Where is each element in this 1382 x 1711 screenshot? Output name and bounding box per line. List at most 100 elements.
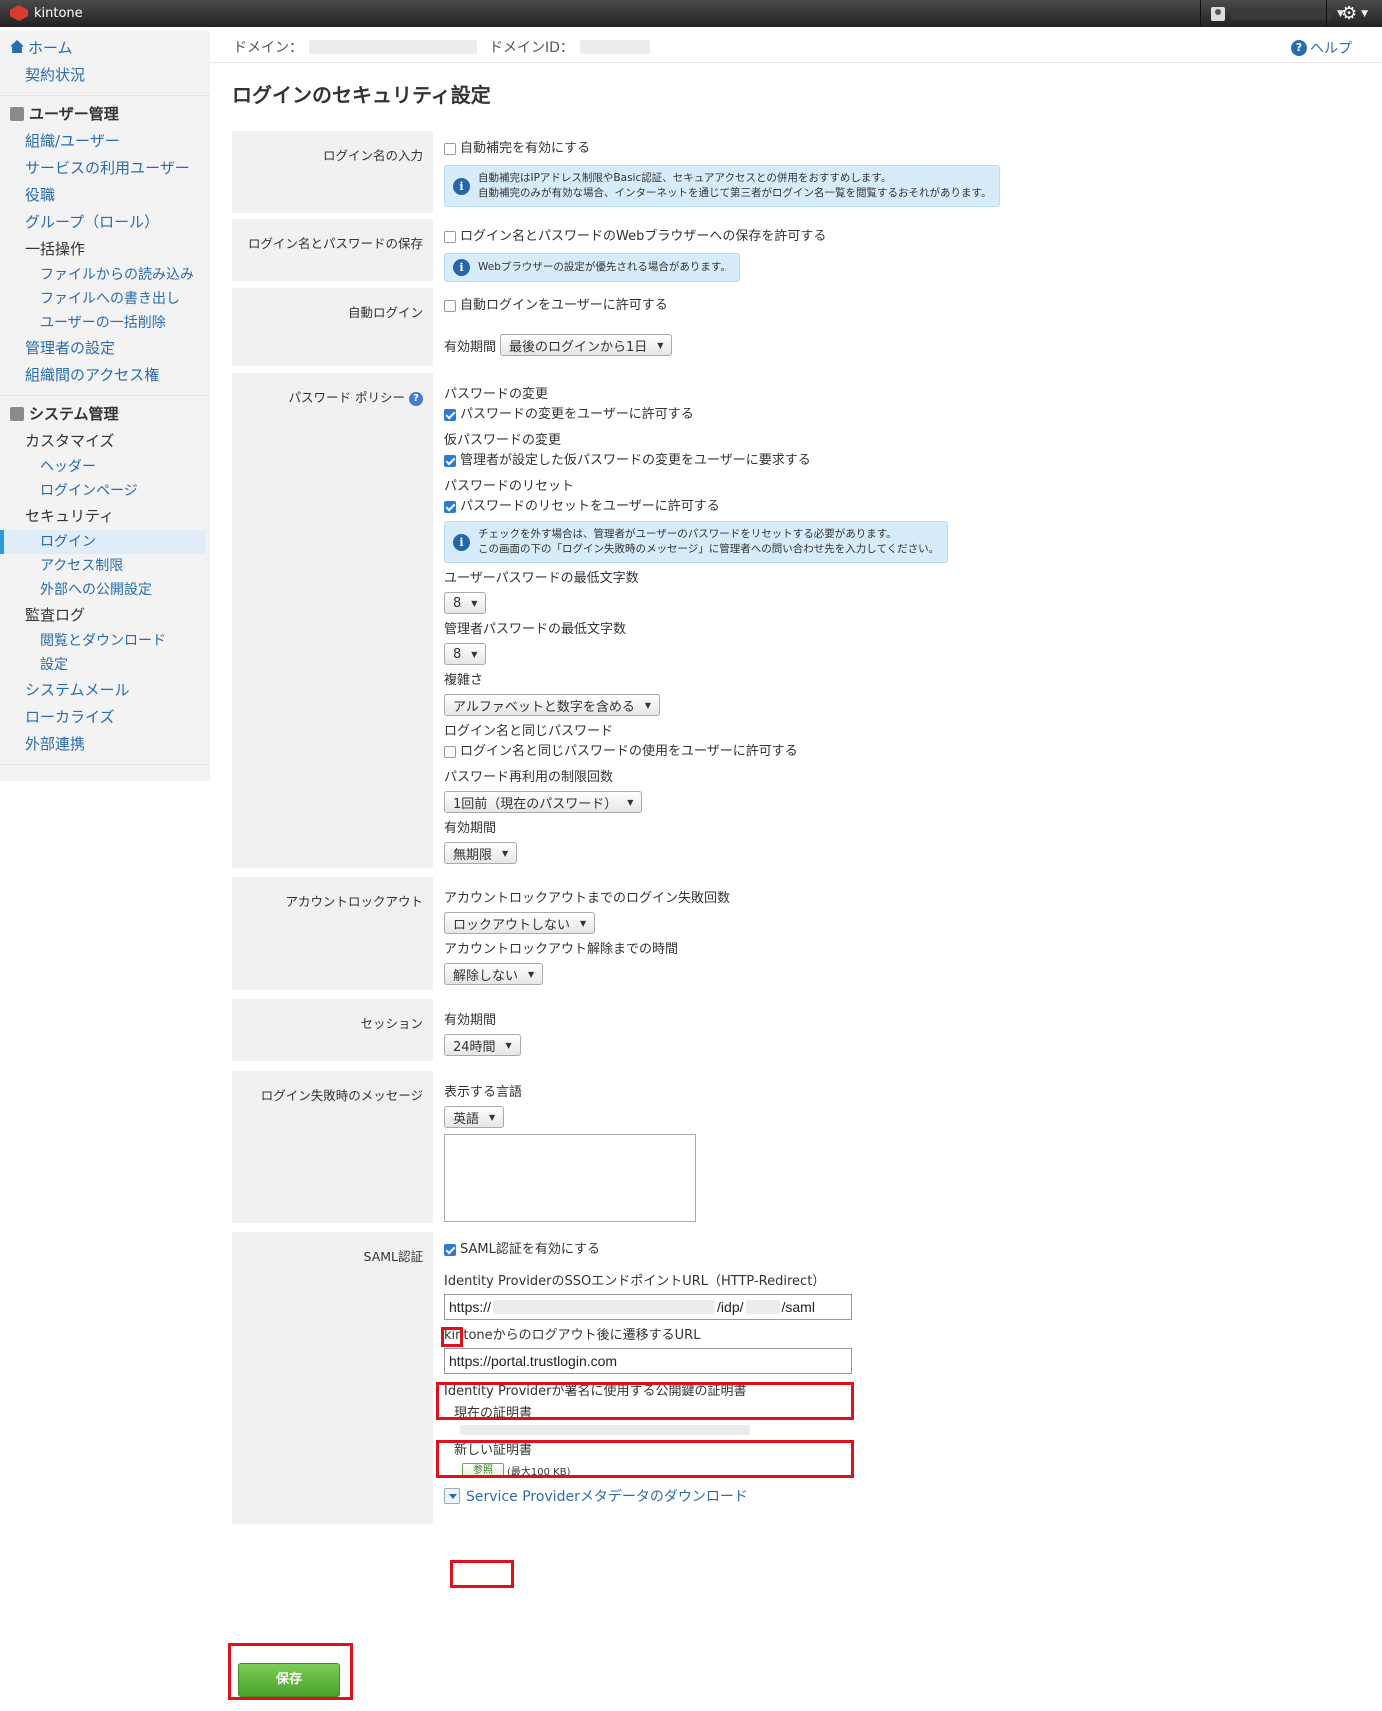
field-heading: 有効期間: [444, 1013, 497, 1028]
metadata-download-link[interactable]: Service Providerメタデータのダウンロード: [444, 1486, 1382, 1506]
info-line: 自動補完はIPアドレス制限やBasic認証、セキュアアクセスとの併用をおすすめし…: [478, 172, 892, 184]
sidebar-item-import[interactable]: ファイルからの読み込み: [0, 263, 210, 287]
sidebar-group-security: セキュリティ: [25, 507, 115, 525]
info-box: i チェックを外す場合は、管理者がユーザーのパスワードをリセットする必要があります…: [444, 521, 949, 563]
sidebar-item-header[interactable]: ヘッダー: [0, 455, 210, 479]
session-period-select[interactable]: 24時間 ▼: [444, 1034, 521, 1056]
field-heading: Identity ProviderのSSOエンドポイントURL（HTTP-Red…: [444, 1274, 826, 1289]
autocomplete-option[interactable]: 自動補完を有効にする: [444, 139, 1382, 159]
lockout-duration-select[interactable]: 解除しない ▼: [444, 963, 544, 985]
row-login-name-input: ログイン名の入力 自動補完を有効にする i 自動補完はIPアドレス制限やBasic…: [232, 131, 1382, 213]
sidebar-item-bulk-delete[interactable]: ユーザーの一括削除: [0, 311, 210, 335]
sidebar-group-customize: カスタマイズ: [25, 432, 115, 450]
autocomplete-checkbox[interactable]: [444, 143, 456, 155]
reuse-limit-select[interactable]: 1回前（現在のパスワード） ▼: [444, 791, 643, 813]
message-language-select[interactable]: 英語 ▼: [444, 1106, 505, 1128]
sidebar-item-system-mail[interactable]: システムメール: [0, 677, 210, 704]
saml-enable-checkbox[interactable]: [444, 1244, 456, 1256]
select-value: アルファベットと数字を含める: [453, 699, 635, 715]
page-title: ログインのセキュリティ設定: [232, 83, 491, 107]
auto-login-period-select[interactable]: 最後のログインから1日 ▼: [500, 334, 673, 356]
info-box: i Webブラウザーの設定が優先される場合があります。: [444, 253, 740, 282]
sidebar-item-external-publish[interactable]: 外部への公開設定: [0, 578, 210, 602]
chevron-down-icon: ▼: [657, 340, 664, 350]
field-heading: 管理者パスワードの最低文字数: [444, 622, 627, 637]
domain-value-redacted: [309, 39, 477, 54]
row-value: 自動ログインをユーザーに許可する 有効期間 最後のログインから1日 ▼: [433, 288, 1382, 366]
info-box: i 自動補完はIPアドレス制限やBasic認証、セキュアアクセスとの併用をおすすめ…: [444, 165, 1001, 207]
sidebar-item-export[interactable]: ファイルへの書き出し: [0, 287, 210, 311]
row-label: アカウントロックアウト: [232, 877, 433, 990]
field-heading: アカウントロックアウトまでのログイン失敗回数: [444, 891, 731, 906]
top-bar: kintone ▼ ⚙ ▼: [0, 0, 1382, 27]
row-label: セッション: [232, 999, 433, 1061]
complexity-select[interactable]: アルファベットと数字を含める ▼: [444, 694, 661, 716]
allow-reset-checkbox[interactable]: [444, 501, 456, 513]
highlight-logout-url: [436, 1440, 854, 1478]
select-value: 最後のログインから1日: [509, 339, 648, 355]
same-name-checkbox[interactable]: [444, 746, 456, 758]
auto-login-checkbox[interactable]: [444, 300, 456, 312]
row-value: 表示する言語 英語 ▼: [433, 1071, 1382, 1223]
failure-message-textarea[interactable]: [444, 1134, 696, 1222]
sidebar-item-localize[interactable]: ローカライズ: [0, 704, 210, 731]
user-menu[interactable]: ▼: [1200, 0, 1344, 27]
user-icon: [1211, 6, 1225, 21]
sidebar-item-external-integration[interactable]: 外部連携: [0, 731, 210, 758]
select-value: 英語: [453, 1111, 480, 1127]
sidebar-item-audit-view[interactable]: 閲覧とダウンロード: [0, 629, 210, 653]
row-failure-message: ログイン失敗時のメッセージ 表示する言語 英語 ▼: [232, 1071, 1382, 1223]
chevron-down-icon: ▼: [627, 797, 634, 807]
chevron-down-icon: ▼: [644, 700, 652, 710]
sidebar-heading-system-management: システム管理: [0, 400, 210, 428]
lockout-attempts-select[interactable]: ロックアウトしない ▼: [444, 912, 596, 934]
info-line: 自動補完のみが有効な場合、インターネットを通じて第三者がログイン名一覧を閲覧する…: [478, 187, 992, 199]
app-name: kintone: [34, 5, 83, 21]
row-label: ログイン失敗時のメッセージ: [232, 1071, 433, 1223]
help-icon[interactable]: ?: [409, 391, 423, 406]
user-min-length-select[interactable]: 8 ▼: [444, 592, 487, 614]
url-redacted: [493, 1300, 716, 1314]
save-credentials-option[interactable]: ログイン名とパスワードのWebブラウザーへの保存を許可する: [444, 227, 1382, 247]
password-expiry-select[interactable]: 無期限 ▼: [444, 842, 518, 864]
sso-url-input[interactable]: https:// /idp/ /saml: [444, 1294, 852, 1320]
sidebar-item-access-restriction[interactable]: アクセス制限: [0, 554, 210, 578]
row-password-policy: パスワード ポリシー ? パスワードの変更 パスワードの変更をユーザーに許可する…: [232, 373, 1382, 868]
sidebar-item-login[interactable]: ログイン: [0, 530, 206, 554]
sidebar-item-service-users[interactable]: サービスの利用ユーザー: [0, 155, 210, 182]
require-temp-change-option[interactable]: 管理者が設定した仮パスワードの変更をユーザーに要求する: [444, 451, 1382, 471]
logout-url-input[interactable]: https://portal.trustlogin.com: [444, 1348, 852, 1374]
info-icon: i: [453, 259, 470, 276]
row-value: ログイン名とパスワードのWebブラウザーへの保存を許可する i Webブラウザーの…: [433, 219, 1382, 282]
sidebar-item-groups[interactable]: グループ（ロール）: [0, 209, 210, 236]
admin-min-length-select[interactable]: 8 ▼: [444, 643, 487, 665]
app-logo[interactable]: kintone: [10, 5, 83, 21]
field-heading: パスワード再利用の制限回数: [444, 770, 614, 785]
save-credentials-checkbox[interactable]: [444, 231, 456, 243]
saml-enable-option[interactable]: SAML認証を有効にする: [444, 1240, 1382, 1260]
row-value: アカウントロックアウトまでのログイン失敗回数 ロックアウトしない ▼ アカウントロ…: [433, 877, 1382, 990]
auto-login-option[interactable]: 自動ログインをユーザーに許可する: [444, 296, 1382, 316]
sidebar-item-audit-settings[interactable]: 設定: [0, 653, 210, 677]
same-name-option[interactable]: ログイン名と同じパスワードの使用をユーザーに許可する: [444, 742, 1382, 762]
field-heading: ユーザーパスワードの最低文字数: [444, 571, 639, 586]
field-heading: 表示する言語: [444, 1085, 523, 1100]
field-heading: パスワードのリセット: [444, 479, 575, 494]
kintone-logo-icon: [10, 5, 28, 21]
sidebar-item-cross-org-access[interactable]: 組織間のアクセス権: [0, 362, 210, 389]
allow-reset-option[interactable]: パスワードのリセットをユーザーに許可する: [444, 497, 1382, 517]
help-link[interactable]: ? ヘルプ: [1291, 38, 1352, 58]
save-button[interactable]: 保存: [238, 1663, 340, 1697]
field-heading: 有効期間: [444, 821, 497, 836]
sidebar-item-contract[interactable]: 契約状況: [0, 62, 210, 89]
require-temp-change-checkbox[interactable]: [444, 455, 456, 467]
settings-menu[interactable]: ⚙ ▼: [1326, 0, 1382, 27]
sidebar-item-login-page[interactable]: ログインページ: [0, 479, 210, 503]
sidebar-item-org-users[interactable]: 組織/ユーザー: [0, 128, 210, 155]
allow-password-change-checkbox[interactable]: [444, 409, 456, 421]
sidebar-item-admin-settings[interactable]: 管理者の設定: [0, 335, 210, 362]
allow-password-change-option[interactable]: パスワードの変更をユーザーに許可する: [444, 405, 1382, 425]
sidebar-item-home[interactable]: ホーム: [0, 35, 210, 62]
sidebar-group-bulk: 一括操作: [25, 240, 86, 258]
sidebar-item-positions[interactable]: 役職: [0, 182, 210, 209]
